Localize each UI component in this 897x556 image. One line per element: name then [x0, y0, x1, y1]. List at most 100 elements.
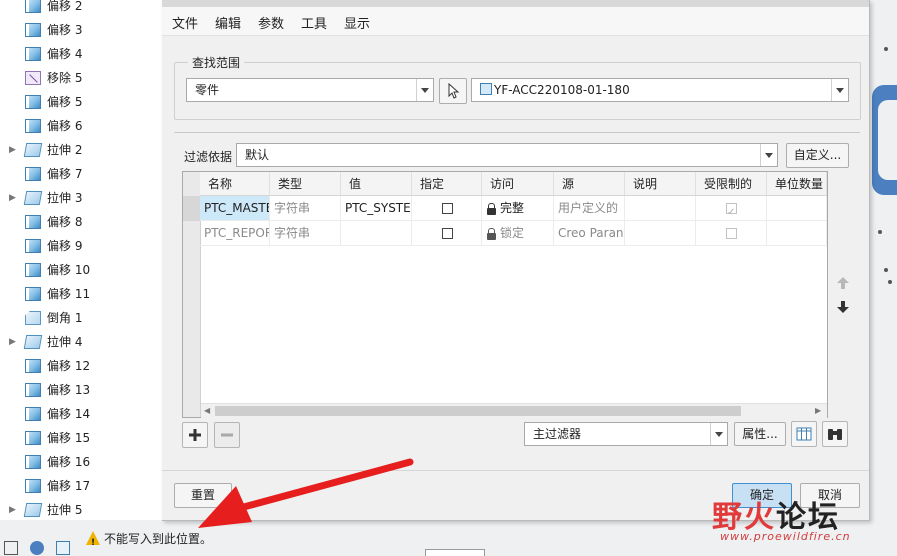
tree-item-label: 拉伸 2 — [47, 143, 83, 157]
tree-item[interactable]: 偏移 11 — [0, 282, 160, 306]
add-parameter-button[interactable] — [182, 422, 208, 448]
tree-item[interactable]: ▶ 拉伸 4 — [0, 330, 160, 354]
scroll-left-icon[interactable]: ◀ — [204, 406, 210, 415]
expand-arrow-icon[interactable]: ▶ — [9, 186, 19, 210]
col-header-name[interactable]: 名称 — [200, 172, 270, 196]
scrollbar-thumb[interactable] — [215, 406, 741, 416]
col-header-units[interactable]: 单位数量 — [767, 172, 827, 196]
table-cell-source[interactable]: 用户定义的 — [554, 196, 625, 221]
offset-icon — [25, 407, 41, 421]
graphics-area[interactable] — [868, 0, 897, 520]
warning-icon — [86, 531, 100, 552]
designate-checkbox[interactable] — [442, 228, 453, 239]
table-cell-type[interactable]: 字符串 — [270, 221, 341, 246]
horizontal-scrollbar[interactable]: ◀ ▶ — [201, 403, 827, 418]
tree-item-label: 移除 5 — [47, 71, 83, 85]
tree-item-label: 偏移 9 — [47, 239, 83, 253]
tree-item[interactable]: 偏移 3 — [0, 18, 160, 42]
lookin-type-select[interactable]: 零件 — [186, 78, 434, 102]
table-cell-source[interactable]: Creo Paran — [554, 221, 625, 246]
move-up-icon[interactable] — [836, 276, 850, 290]
menu-file[interactable]: 文件 — [172, 13, 198, 32]
table-cell-value[interactable] — [341, 221, 412, 246]
tree-item[interactable]: ▶ 拉伸 3 — [0, 186, 160, 210]
filter-select[interactable]: 默认 — [236, 143, 778, 167]
select-object-button[interactable] — [439, 78, 467, 104]
expand-arrow-icon[interactable]: ▶ — [9, 138, 19, 162]
table-cell-designate — [412, 221, 482, 246]
tree-item[interactable]: 偏移 16 — [0, 450, 160, 474]
tree-item[interactable]: 偏移 9 — [0, 234, 160, 258]
model-icon[interactable] — [30, 541, 44, 555]
expand-arrow-icon[interactable]: ▶ — [9, 498, 19, 522]
table-cell-value[interactable]: PTC_SYSTEM — [341, 196, 412, 221]
tree-item-label: 偏移 5 — [47, 95, 83, 109]
offset-icon — [25, 383, 41, 397]
table-cell-access: 完整 — [482, 196, 554, 221]
col-header-source[interactable]: 源 — [554, 172, 625, 196]
table-cell-description[interactable] — [625, 221, 696, 246]
window-icon[interactable] — [56, 541, 70, 555]
filter-value: 默认 — [245, 148, 270, 162]
table-cell-restricted — [696, 196, 767, 221]
menu-parameters[interactable]: 参数 — [258, 13, 284, 32]
col-header-value[interactable]: 值 — [341, 172, 412, 196]
tree-item[interactable]: 偏移 6 — [0, 114, 160, 138]
chevron-down-icon — [831, 79, 848, 101]
tree-view-icon[interactable] — [4, 541, 18, 555]
find-button[interactable] — [822, 421, 848, 447]
tree-item[interactable]: 偏移 4 — [0, 42, 160, 66]
properties-button[interactable]: 属性... — [734, 422, 786, 446]
table-cell-name[interactable]: PTC_MASTE — [200, 196, 270, 221]
tree-item[interactable]: 偏移 15 — [0, 426, 160, 450]
table-cell-units[interactable] — [767, 221, 827, 246]
col-header-restricted[interactable]: 受限制的 — [696, 172, 767, 196]
move-down-icon[interactable] — [836, 300, 850, 314]
menu-display[interactable]: 显示 — [344, 13, 370, 32]
tree-item-label: 偏移 17 — [47, 479, 91, 493]
table-columns-button[interactable] — [791, 421, 817, 447]
tree-item[interactable]: 偏移 13 — [0, 378, 160, 402]
table-cell-units[interactable] — [767, 196, 827, 221]
remove-parameter-button[interactable] — [214, 422, 240, 448]
col-header-designate[interactable]: 指定 — [412, 172, 482, 196]
dialog-title-bar[interactable] — [162, 0, 869, 7]
lookin-object-select[interactable]: YF-ACC220108-01-180 — [471, 78, 849, 102]
expand-arrow-icon[interactable]: ▶ — [9, 330, 19, 354]
move-icon — [25, 71, 41, 85]
menu-edit[interactable]: 编辑 — [215, 13, 241, 32]
main-filter-select[interactable]: 主过滤器 — [524, 422, 728, 446]
offset-icon — [25, 119, 41, 133]
extrude-icon — [23, 191, 43, 205]
tree-item[interactable]: 偏移 8 — [0, 210, 160, 234]
col-header-description[interactable]: 说明 — [625, 172, 696, 196]
tree-item[interactable]: 偏移 2 — [0, 0, 160, 18]
table-cell-restricted — [696, 221, 767, 246]
tree-item[interactable]: 偏移 17 — [0, 474, 160, 498]
tree-item[interactable]: ▶ 拉伸 2 — [0, 138, 160, 162]
tree-item-label: 偏移 13 — [47, 383, 91, 397]
table-cell-name[interactable]: PTC_REPOR — [200, 221, 270, 246]
tree-item[interactable]: 偏移 14 — [0, 402, 160, 426]
scroll-right-icon[interactable]: ▶ — [815, 406, 821, 415]
table-cell-description[interactable] — [625, 196, 696, 221]
customize-button[interactable]: 自定义... — [786, 143, 849, 168]
tree-item[interactable]: 偏移 5 — [0, 90, 160, 114]
tree-item[interactable]: ▶ 拉伸 5 — [0, 498, 160, 522]
tree-item-label: 偏移 11 — [47, 287, 91, 301]
tree-item[interactable]: 偏移 7 — [0, 162, 160, 186]
designate-checkbox[interactable] — [442, 203, 453, 214]
tree-item[interactable]: 倒角 1 — [0, 306, 160, 330]
reset-button[interactable]: 重置 — [174, 483, 232, 508]
restricted-checkbox — [726, 228, 737, 239]
col-header-type[interactable]: 类型 — [270, 172, 341, 196]
menu-tools[interactable]: 工具 — [301, 13, 327, 32]
offset-icon — [25, 263, 41, 277]
table-cell-type[interactable]: 字符串 — [270, 196, 341, 221]
tree-item[interactable]: 移除 5 — [0, 66, 160, 90]
tree-item[interactable]: 偏移 10 — [0, 258, 160, 282]
row-header-selected[interactable] — [183, 196, 200, 221]
col-header-access[interactable]: 访问 — [482, 172, 554, 196]
status-field — [425, 549, 485, 556]
tree-item[interactable]: 偏移 12 — [0, 354, 160, 378]
